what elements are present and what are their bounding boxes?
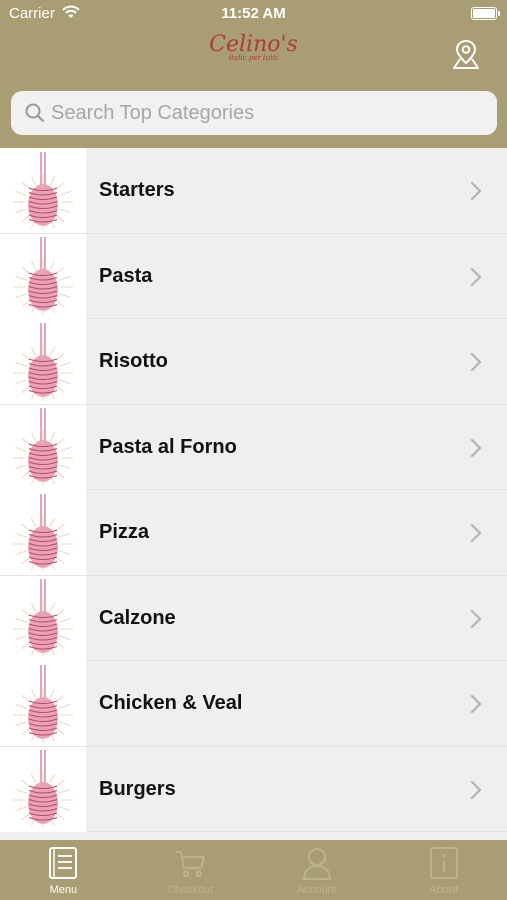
category-label: Burgers: [99, 777, 176, 800]
location-pin-icon: [453, 39, 479, 69]
category-row-calzone[interactable]: Calzone: [0, 575, 507, 661]
category-label: Starters: [99, 179, 175, 201]
category-label: Pizza: [99, 521, 150, 543]
category-thumbnail: [0, 233, 86, 319]
tab-checkout[interactable]: Checkout: [127, 840, 254, 900]
menu-book-icon: [0, 846, 127, 880]
search-input[interactable]: [51, 101, 481, 125]
category-list[interactable]: Starters Pasta Risotto Pasta al Forno Pi…: [0, 148, 507, 840]
chevron-right-icon: [470, 694, 482, 714]
tab-label: Account: [297, 884, 337, 896]
tab-bar: Menu Checkout Account About: [0, 840, 507, 900]
pasta-fork-icon: [13, 322, 73, 401]
logo-name: Celino's: [209, 32, 298, 57]
category-label: Risotto: [99, 350, 168, 372]
tab-label: Menu: [49, 884, 78, 896]
pasta-fork-icon: [13, 579, 73, 657]
category-row-starters[interactable]: Starters: [0, 148, 507, 234]
chevron-right-icon: [470, 352, 482, 372]
pasta-fork-icon: [13, 408, 73, 486]
user-icon: [254, 846, 381, 880]
logo-tagline: italic per tutti: [228, 54, 279, 62]
category-thumbnail: [0, 575, 86, 661]
clock-label: 11:52 AM: [221, 5, 286, 22]
category-label: Chicken & Veal: [99, 692, 243, 714]
category-row-burgers[interactable]: Burgers: [0, 746, 507, 832]
category-thumbnail: [0, 490, 86, 575]
pasta-fork-icon: [13, 151, 73, 230]
tab-menu[interactable]: Menu: [0, 840, 127, 900]
search-icon: [15, 91, 45, 135]
category-label: Calzone: [99, 606, 176, 629]
chevron-right-icon: [470, 609, 482, 628]
chevron-right-icon: [470, 780, 482, 799]
chevron-right-icon: [470, 523, 482, 543]
chevron-right-icon: [470, 181, 482, 201]
chevron-right-icon: [470, 267, 482, 286]
pasta-fork-icon: [13, 493, 73, 572]
info-icon: [380, 846, 507, 880]
status-bar: Carrier 11:52 AM: [0, 0, 507, 30]
chevron-right-icon: [470, 438, 482, 457]
cart-icon: [127, 846, 254, 880]
battery-icon: [471, 7, 500, 20]
category-label: Pasta al Forno: [99, 435, 237, 458]
pasta-fork-icon: [13, 664, 73, 743]
tab-about[interactable]: About: [380, 840, 507, 900]
location-button[interactable]: [447, 36, 485, 72]
category-thumbnail: [0, 661, 86, 746]
category-row-pizza[interactable]: Pizza: [0, 490, 507, 576]
navigation-header: Carrier 11:52 AM Celino's italic per tut…: [0, 0, 507, 148]
category-row-pasta-al-forno[interactable]: Pasta al Forno: [0, 404, 507, 490]
pasta-fork-icon: [13, 237, 73, 315]
search-bar[interactable]: [11, 91, 497, 135]
category-thumbnail: [0, 319, 86, 404]
category-label: Pasta: [99, 264, 153, 287]
tab-label: Checkout: [166, 884, 214, 896]
category-thumbnail: [0, 746, 86, 832]
brand-logo: Celino's italic per tutti: [0, 32, 507, 63]
tab-label: About: [429, 884, 458, 896]
tab-account[interactable]: Account: [254, 840, 381, 900]
category-row-pasta[interactable]: Pasta: [0, 233, 507, 319]
category-row-risotto[interactable]: Risotto: [0, 319, 507, 405]
category-thumbnail: [0, 404, 86, 490]
category-row-chicken-veal[interactable]: Chicken & Veal: [0, 661, 507, 747]
category-thumbnail: [0, 148, 86, 233]
pasta-fork-icon: [13, 750, 73, 828]
